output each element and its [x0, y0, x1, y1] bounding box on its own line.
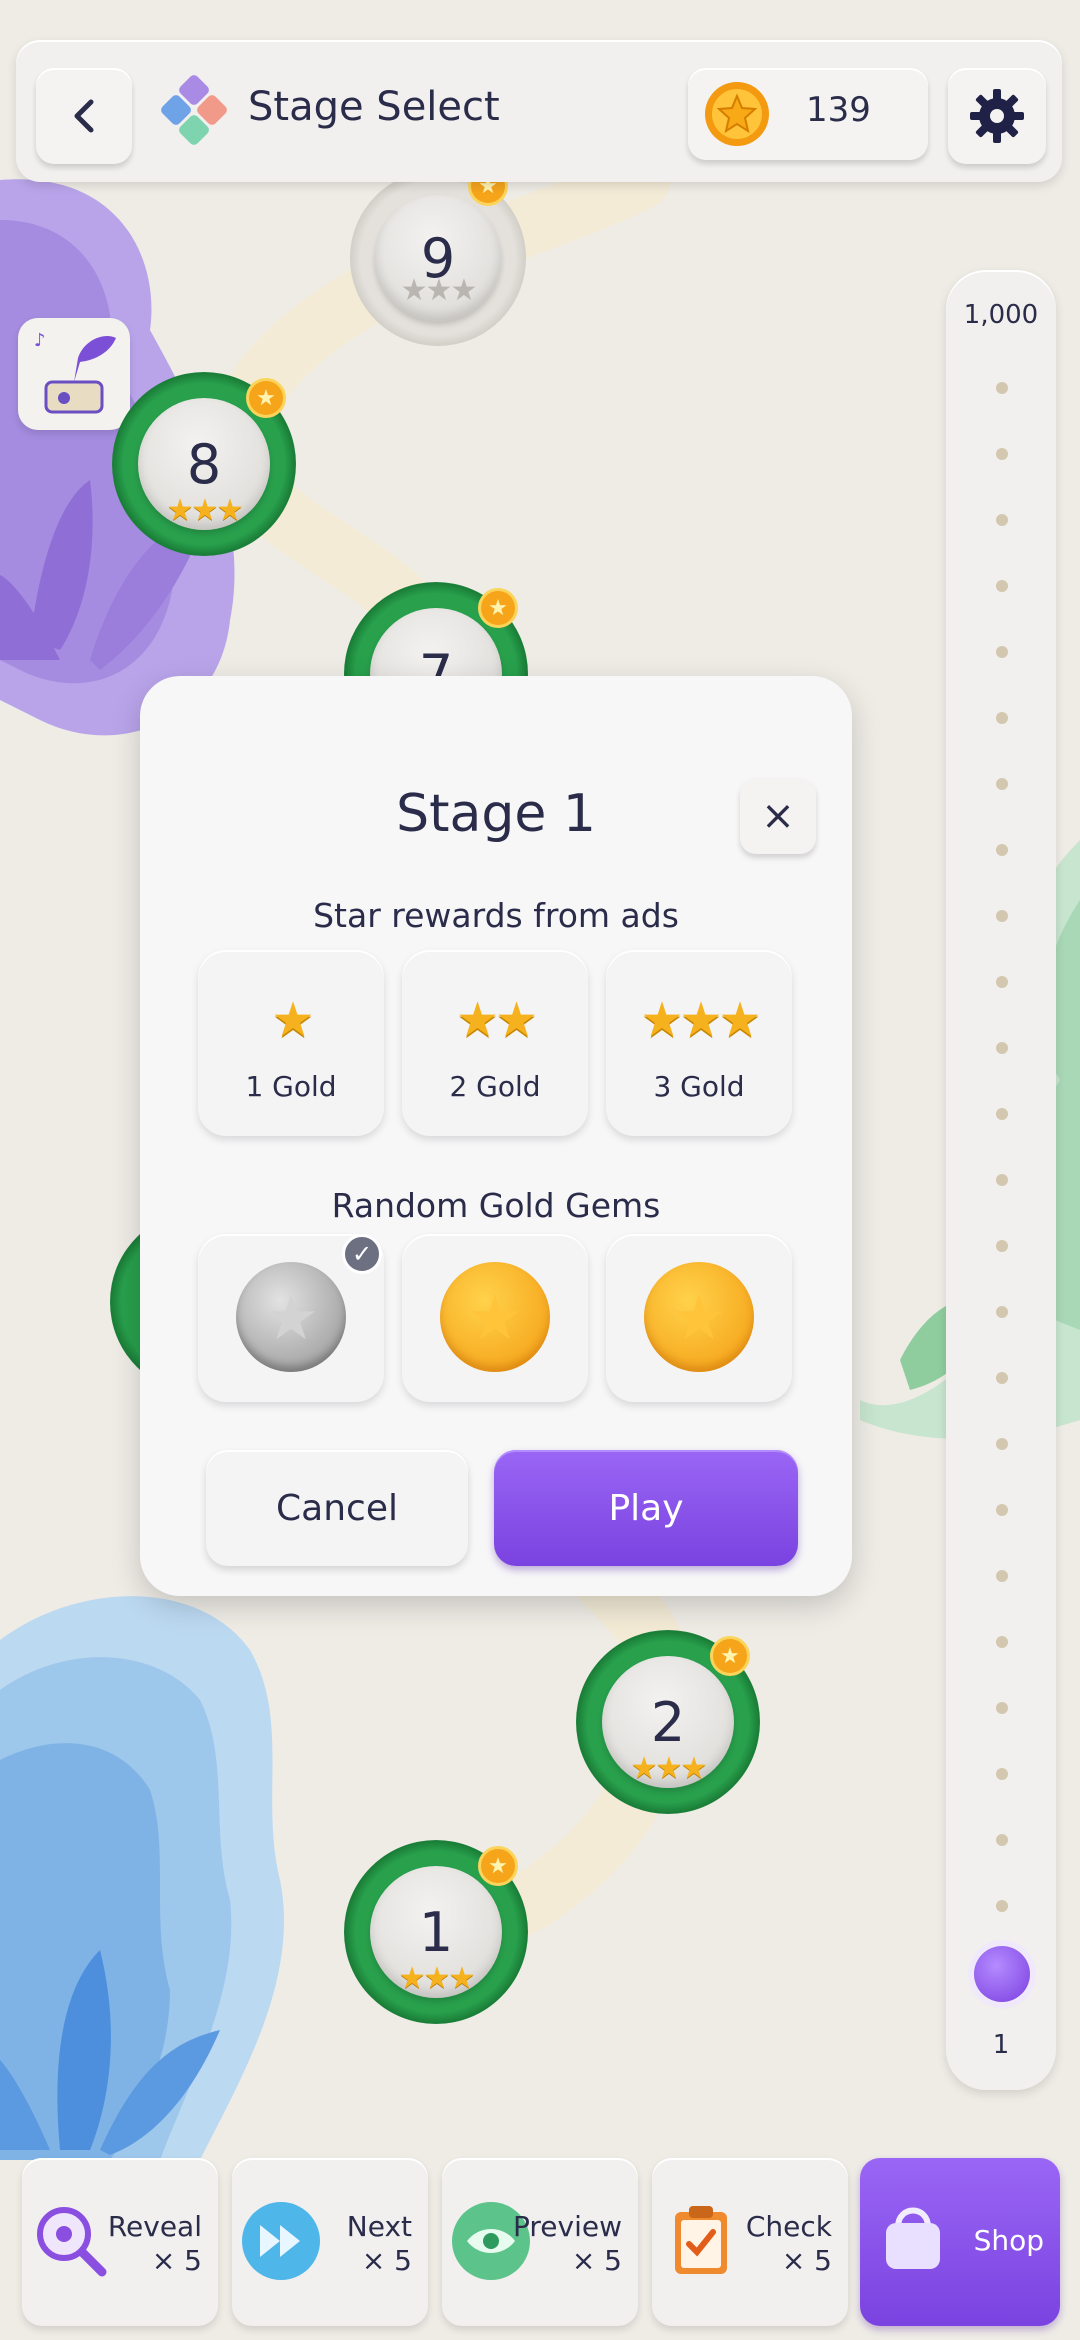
slider-tick	[996, 778, 1008, 790]
music-gramophone-button[interactable]: ♪	[18, 318, 130, 430]
slider-tick	[996, 1042, 1008, 1054]
clipboard-check-icon	[662, 2202, 740, 2280]
settings-button[interactable]	[948, 68, 1046, 164]
slider-tick	[996, 1438, 1008, 1450]
svg-text:♪: ♪	[34, 330, 46, 351]
shopping-bag-icon	[874, 2198, 952, 2276]
stage-node-9[interactable]: 9 ★ ★★★	[350, 166, 526, 346]
shop-label: Shop	[973, 2224, 1044, 2257]
tool-name: Preview	[513, 2210, 622, 2243]
slider-knob[interactable]	[974, 1946, 1030, 2002]
tool-name: Reveal	[107, 2210, 202, 2243]
stage-stars: ★★★	[398, 1961, 476, 1996]
reward-card-2[interactable]: ★★ 2 Gold	[402, 950, 588, 1136]
star-icon: ★	[271, 992, 314, 1048]
slider-tick	[996, 514, 1008, 526]
slider-tick	[996, 1108, 1008, 1120]
tool-count: × 5	[361, 2244, 412, 2277]
slider-tick	[996, 1900, 1008, 1912]
check-button[interactable]: Check × 5	[652, 2158, 848, 2326]
close-button[interactable]: ×	[740, 778, 816, 854]
reward-label: 3 Gold	[653, 1070, 745, 1103]
chevron-left-icon	[74, 99, 94, 133]
slider-tick	[996, 712, 1008, 724]
rewards-heading: Star rewards from ads	[313, 896, 679, 935]
slider-tick	[996, 1636, 1008, 1648]
reward-label: 1 Gold	[245, 1070, 337, 1103]
cancel-button[interactable]: Cancel	[206, 1450, 468, 1566]
coin-count: 139	[806, 90, 871, 130]
play-button[interactable]: Play	[494, 1450, 798, 1566]
tool-count: × 5	[781, 2244, 832, 2277]
reward-label: 2 Gold	[449, 1070, 541, 1103]
stage-node-2[interactable]: 2 ★ ★★★	[576, 1630, 760, 1814]
stage-stars: ★★★	[630, 1751, 708, 1786]
slider-tick	[996, 1240, 1008, 1252]
reveal-button[interactable]: Reveal × 5	[22, 2158, 218, 2326]
gold-coin-icon	[705, 82, 769, 146]
fast-forward-icon	[242, 2202, 320, 2280]
slider-tick	[996, 646, 1008, 658]
slider-tick	[996, 1504, 1008, 1516]
slider-min-label: 1	[992, 2030, 1010, 2060]
slider-tick	[996, 382, 1008, 394]
slider-max-label: 1,000	[963, 300, 1039, 330]
back-button[interactable]	[36, 68, 132, 164]
gem-card-2[interactable]: ★	[402, 1234, 588, 1402]
slider-tick	[996, 1306, 1008, 1318]
silver-star-gem-icon: ★	[236, 1262, 346, 1372]
gold-badge-icon: ★	[710, 1636, 750, 1676]
tool-name: Check	[745, 2210, 832, 2243]
slider-tick	[996, 1372, 1008, 1384]
star-icon: ★★	[455, 992, 538, 1048]
slider-tick	[996, 1174, 1008, 1186]
tool-count: × 5	[571, 2244, 622, 2277]
gold-star-gem-icon: ★	[644, 1262, 754, 1372]
stage-stars: ★★★	[166, 493, 244, 528]
gold-badge-icon: ★	[478, 588, 518, 628]
slider-tick	[996, 844, 1008, 856]
slider-tick	[996, 1702, 1008, 1714]
slider-tick	[996, 580, 1008, 592]
slider-tick	[996, 448, 1008, 460]
gold-badge-icon: ★	[478, 1846, 518, 1886]
checkmark-icon: ✓	[342, 1234, 382, 1274]
slider-tick	[996, 910, 1008, 922]
stage-node-1[interactable]: 1 ★ ★★★	[344, 1840, 528, 2024]
gold-star-gem-icon: ★	[440, 1262, 550, 1372]
gem-card-3[interactable]: ★	[606, 1234, 792, 1402]
gem-card-1[interactable]: ★ ✓	[198, 1234, 384, 1402]
reward-card-3[interactable]: ★★★ 3 Gold	[606, 950, 792, 1136]
gold-badge-icon: ★	[246, 378, 286, 418]
next-button[interactable]: Next × 5	[232, 2158, 428, 2326]
gear-icon	[970, 89, 1024, 143]
gramophone-icon: ♪	[34, 330, 116, 414]
star-icon: ★★★	[640, 992, 761, 1048]
slider-tick	[996, 1768, 1008, 1780]
slider-tick	[996, 976, 1008, 988]
slider-tick	[996, 1834, 1008, 1846]
reward-card-1[interactable]: ★ 1 Gold	[198, 950, 384, 1136]
level-slider[interactable]: 1,000 1	[946, 270, 1056, 2090]
stage-node-8[interactable]: 8 ★ ★★★	[112, 372, 296, 556]
coin-counter[interactable]: 139	[688, 68, 928, 160]
shop-button[interactable]: Shop	[860, 2158, 1060, 2326]
top-bar: Stage Select 139	[16, 40, 1062, 182]
magnifier-eye-icon	[32, 2202, 110, 2280]
tool-count: × 5	[151, 2244, 202, 2277]
preview-button[interactable]: Preview × 5	[442, 2158, 638, 2326]
app-logo-icon	[152, 70, 236, 154]
gems-heading: Random Gold Gems	[331, 1186, 661, 1225]
tool-name: Next	[346, 2210, 412, 2243]
stage-dialog: Stage 1 × Star rewards from ads ★ 1 Gold…	[140, 676, 852, 1596]
page-title: Stage Select	[248, 84, 500, 130]
slider-tick	[996, 1570, 1008, 1582]
stage-stars: ★★★	[400, 273, 478, 308]
